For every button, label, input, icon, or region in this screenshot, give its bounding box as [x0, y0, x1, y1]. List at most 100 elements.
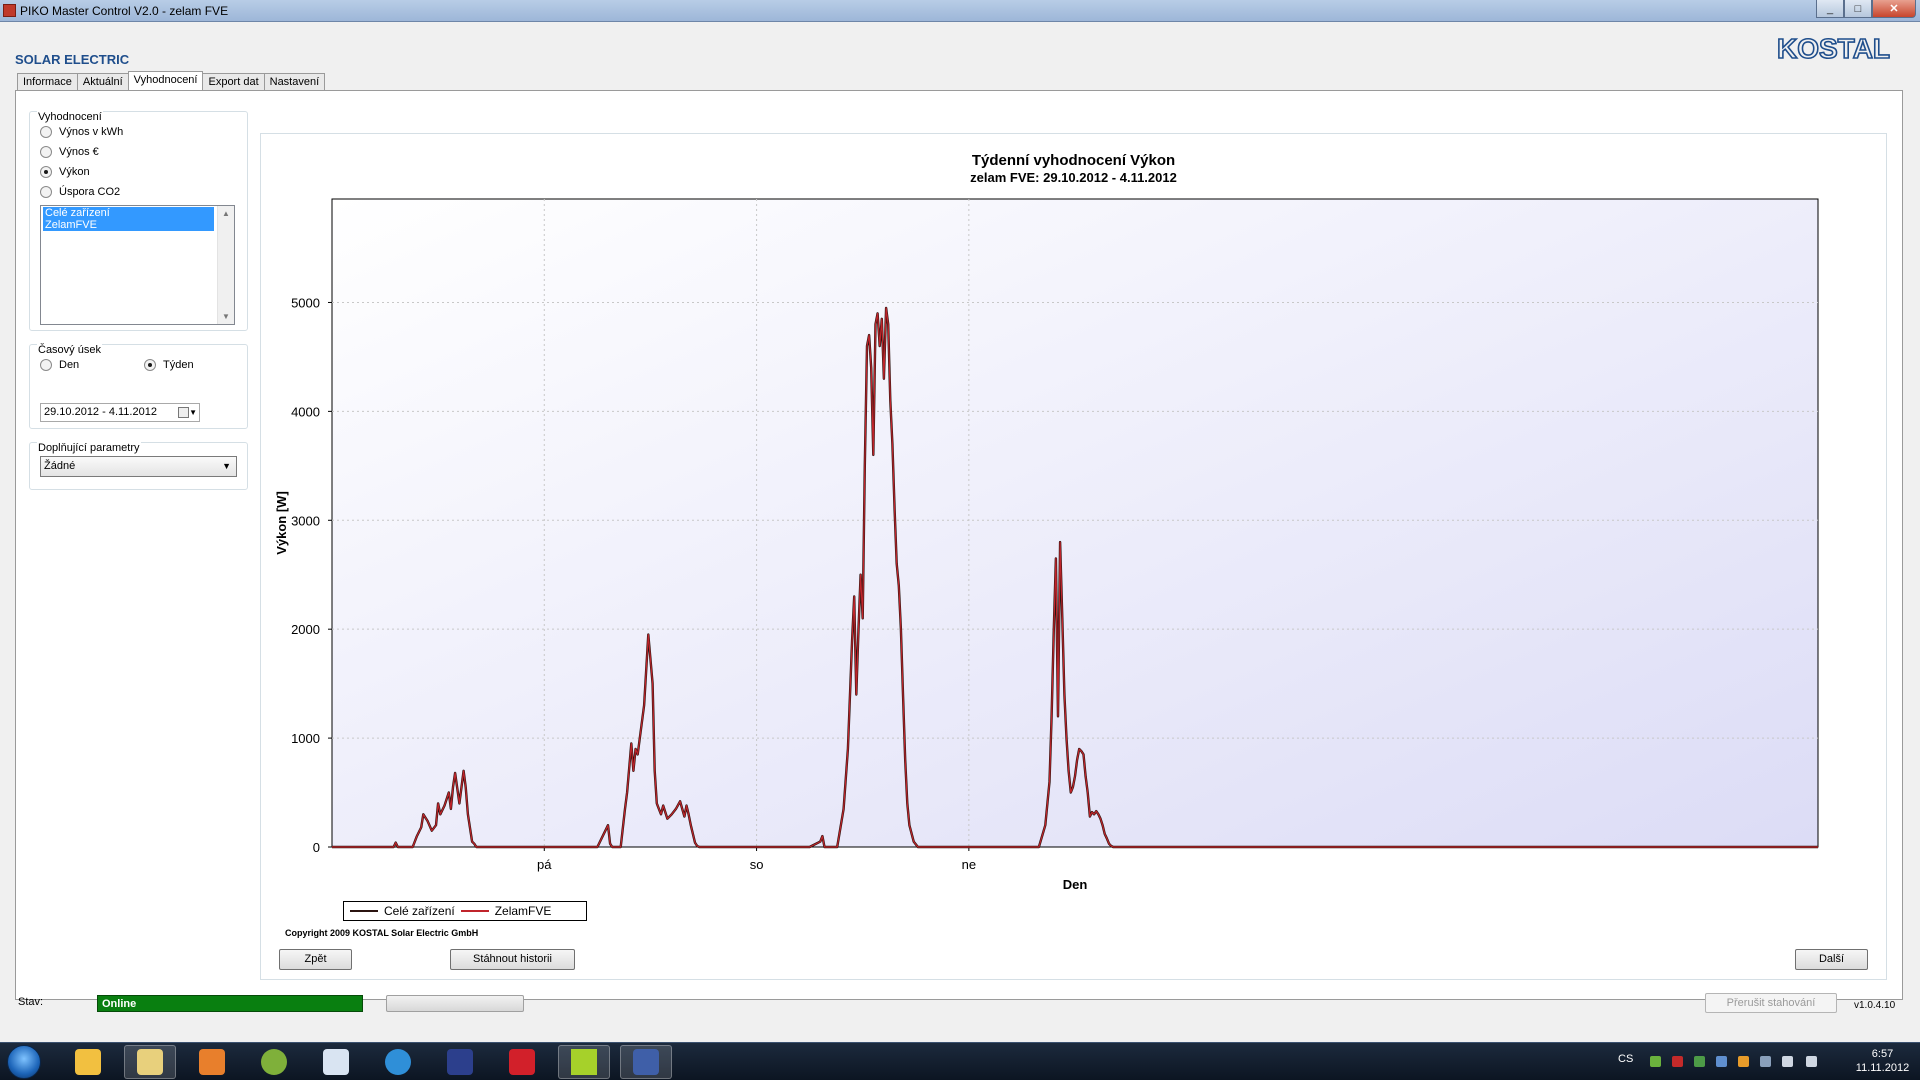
- y-tick-label: 5000: [291, 295, 320, 310]
- tab-export-dat[interactable]: Export dat: [202, 73, 265, 90]
- kostal-logo: KOSTAL: [1776, 32, 1891, 64]
- close-button[interactable]: ✕: [1872, 0, 1916, 18]
- tray-app-icon[interactable]: [1738, 1056, 1749, 1067]
- next-button[interactable]: Další: [1795, 949, 1868, 970]
- radio-dot: [40, 359, 52, 371]
- chevron-down-icon[interactable]: ▼: [189, 404, 197, 421]
- x-tick-label: pá: [537, 857, 552, 872]
- extra-params-group: Doplňující parametry Žádné ▼: [29, 442, 248, 490]
- radio-dot: [40, 126, 52, 138]
- window-title: PIKO Master Control V2.0 - zelam FVE: [20, 4, 229, 18]
- y-tick-label: 1000: [291, 731, 320, 746]
- tray-flag-icon[interactable]: [1806, 1056, 1817, 1067]
- taskbar-clock[interactable]: 6:57 11.11.2012: [1855, 1047, 1910, 1075]
- title-bar[interactable]: PIKO Master Control V2.0 - zelam FVE _ □…: [0, 0, 1920, 22]
- tray-adobe-icon[interactable]: [1672, 1056, 1683, 1067]
- radio-vynos-kwh[interactable]: Výnos v kWh: [40, 126, 123, 138]
- start-button[interactable]: [7, 1045, 41, 1079]
- app-120x-icon: [509, 1049, 535, 1075]
- folder-icon: [137, 1049, 163, 1075]
- scroll-up-icon[interactable]: ▲: [222, 209, 230, 218]
- date-range-picker[interactable]: 29.10.2012 - 4.11.2012 ▼: [40, 403, 200, 422]
- list-item[interactable]: ZelamFVE: [43, 219, 214, 231]
- calendar-icon[interactable]: [178, 407, 189, 418]
- y-tick-label: 4000: [291, 404, 320, 419]
- radio-vynos-eur[interactable]: Výnos €: [40, 146, 99, 158]
- status-label: Stav:: [18, 996, 44, 1008]
- radio-vykon[interactable]: Výkon: [40, 166, 90, 178]
- extra-params-select[interactable]: Žádné ▼: [40, 456, 237, 477]
- chart-svg: 0 1000 2000 3000 4000 5000 pá so ne Den Výkon [W]: [274, 198, 1819, 892]
- period-group: Časový úsek Den Týden 29.10.2012 - 4.11.…: [29, 344, 248, 429]
- taskbar-app-green[interactable]: [558, 1045, 610, 1079]
- tray-volume-icon[interactable]: [1782, 1056, 1793, 1067]
- listbox-scrollbar[interactable]: ▲ ▼: [217, 206, 234, 324]
- calculator-icon: [323, 1049, 349, 1075]
- radio-label: Výnos v kWh: [59, 126, 124, 138]
- radio-label: Výnos €: [59, 146, 99, 158]
- device-listbox[interactable]: Celé zařízení ZelamFVE ▲ ▼: [40, 205, 235, 325]
- download-history-button[interactable]: Stáhnout historii: [450, 949, 575, 970]
- scroll-down-icon[interactable]: ▼: [222, 312, 230, 321]
- mail-icon: [75, 1049, 101, 1075]
- legend-label: ZelamFVE: [494, 904, 552, 918]
- taskbar-app-ie[interactable]: [372, 1045, 424, 1079]
- legend-swatch: [460, 910, 489, 912]
- taskbar: CS 6:57 11.11.2012: [0, 1042, 1920, 1080]
- legend-swatch: [350, 910, 378, 912]
- tray-network-icon[interactable]: [1760, 1056, 1771, 1067]
- download-progress: [386, 995, 524, 1012]
- tab-bar: Informace Aktuální Vyhodnocení Export da…: [17, 71, 326, 90]
- back-button[interactable]: Zpět: [279, 949, 352, 970]
- taskbar-app-media[interactable]: [186, 1045, 238, 1079]
- radio-dot: [40, 186, 52, 198]
- app-window: SOLAR ELECTRIC KOSTAL Informace Aktuální…: [0, 22, 1920, 1042]
- chart-grid: [331, 198, 1819, 848]
- logo-text: KOSTAL: [1777, 33, 1890, 64]
- torrent-icon: [261, 1049, 287, 1075]
- list-item[interactable]: Celé zařízení: [43, 207, 214, 219]
- stop-download-button[interactable]: Přerušit stahování: [1705, 993, 1837, 1013]
- maximize-button[interactable]: □: [1844, 0, 1872, 18]
- y-axis-label: Výkon [W]: [274, 491, 289, 555]
- piko-icon: [633, 1049, 659, 1075]
- copyright-text: Copyright 2009 KOSTAL Solar Electric Gmb…: [285, 928, 479, 938]
- radio-label: Úspora CO2: [59, 186, 121, 198]
- chevron-down-icon: ▼: [222, 461, 231, 471]
- radio-label: Týden: [163, 359, 194, 371]
- legend-label: Celé zařízení: [384, 904, 455, 918]
- radio-den[interactable]: Den: [40, 359, 79, 371]
- tab-vyhodnoceni[interactable]: Vyhodnocení: [127, 71, 204, 90]
- tab-aktualni[interactable]: Aktuální: [76, 73, 129, 90]
- tray-nvidia-icon[interactable]: [1650, 1056, 1661, 1067]
- taskbar-app-explorer[interactable]: [124, 1045, 176, 1079]
- tab-nastaveni[interactable]: Nastavení: [263, 73, 326, 90]
- app-icon: [3, 4, 16, 17]
- taskbar-app-outlook[interactable]: [62, 1045, 114, 1079]
- tray-drive-icon[interactable]: [1694, 1056, 1705, 1067]
- radio-label: Výkon: [59, 166, 90, 178]
- chart-legend: Celé zařízení ZelamFVE: [343, 901, 587, 921]
- clock-time: 6:57: [1871, 1048, 1894, 1060]
- status-badge: Online: [97, 995, 363, 1012]
- radio-tyden[interactable]: Týden: [144, 359, 194, 371]
- y-tick-label: 0: [313, 840, 320, 855]
- version-label: v1.0.4.10: [1854, 1000, 1896, 1011]
- radio-uspora-co2[interactable]: Úspora CO2: [40, 186, 120, 198]
- tab-informace[interactable]: Informace: [17, 73, 78, 90]
- extra-legend: Doplňující parametry: [37, 442, 141, 454]
- x-tick-label: so: [750, 857, 764, 872]
- taskbar-app-120x[interactable]: [496, 1045, 548, 1079]
- evaluation-legend: Vyhodnocení: [37, 111, 103, 123]
- taskbar-app-save[interactable]: [434, 1045, 486, 1079]
- floppy-icon: [447, 1049, 473, 1075]
- minimize-button[interactable]: _: [1816, 0, 1844, 18]
- tray-device-icon[interactable]: [1716, 1056, 1727, 1067]
- language-indicator[interactable]: CS: [1618, 1053, 1633, 1065]
- select-value: Žádné: [44, 460, 76, 472]
- taskbar-app-piko[interactable]: [620, 1045, 672, 1079]
- radio-dot-selected: [144, 359, 156, 371]
- taskbar-app-torrent[interactable]: [248, 1045, 300, 1079]
- taskbar-app-calculator[interactable]: [310, 1045, 362, 1079]
- brand-label: SOLAR ELECTRIC: [15, 52, 130, 67]
